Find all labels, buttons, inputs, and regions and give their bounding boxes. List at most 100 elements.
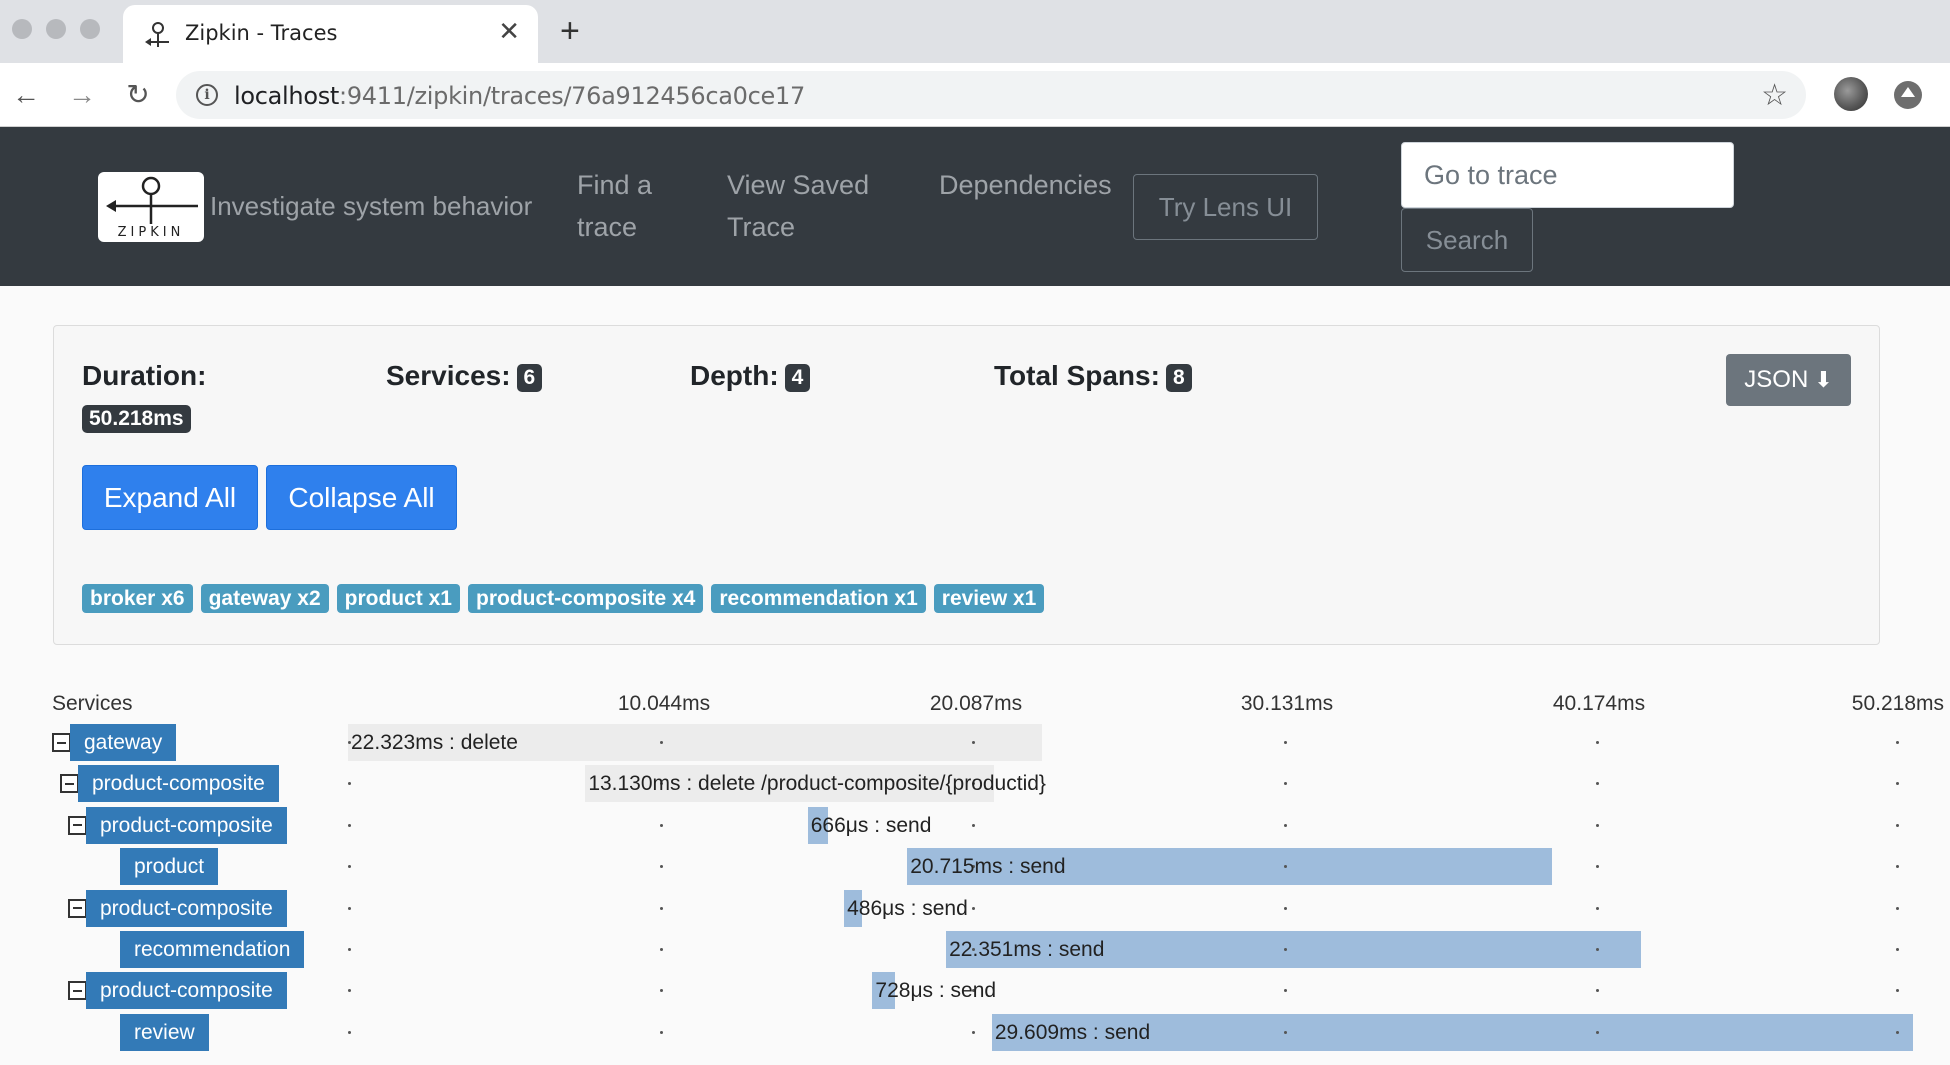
grid-tick-dot bbox=[348, 1030, 351, 1034]
nav-dependencies[interactable]: Dependencies bbox=[939, 164, 1112, 206]
collapse-toggle-icon[interactable] bbox=[68, 981, 87, 1001]
span-row[interactable]: recommendation 22.351ms : send bbox=[0, 931, 1950, 968]
grid-tick-dot bbox=[1596, 823, 1599, 827]
grid-tick-dot bbox=[348, 948, 351, 951]
span-row[interactable]: product-composite 13.130ms : delete /prod… bbox=[0, 765, 1950, 803]
span-row[interactable]: product-composite 486μs : send bbox=[0, 889, 1950, 927]
service-badge-recommendation[interactable]: recommendation x1 bbox=[711, 584, 926, 613]
grid-tick-dot bbox=[972, 823, 975, 827]
time-tick-1: 10.044ms bbox=[617, 692, 711, 715]
close-tab-icon[interactable]: ✕ bbox=[498, 18, 520, 44]
depth-label: Depth: bbox=[690, 360, 779, 391]
grid-tick-dot bbox=[1896, 989, 1899, 993]
duration-label: Duration: bbox=[82, 360, 207, 391]
span-row[interactable]: product 20.715ms : send bbox=[0, 848, 1950, 886]
download-icon: ⬇ bbox=[1814, 367, 1833, 392]
span-label[interactable]: 20.715ms : send bbox=[910, 848, 1065, 885]
grid-tick-dot bbox=[1596, 865, 1599, 869]
minimize-window-dot[interactable] bbox=[46, 19, 66, 39]
grid-tick-dot bbox=[1596, 741, 1599, 744]
extension-icon[interactable] bbox=[1894, 81, 1922, 109]
zipkin-navbar: ZIPKIN Investigate system behavior Find … bbox=[0, 127, 1950, 286]
collapse-toggle-icon[interactable] bbox=[52, 733, 71, 752]
time-tick-3: 30.131ms bbox=[1240, 692, 1334, 715]
grid-tick-dot bbox=[1596, 989, 1599, 993]
nav-find-trace[interactable]: Find a trace bbox=[577, 164, 652, 248]
search-button[interactable]: Search bbox=[1401, 208, 1533, 272]
close-window-dot[interactable] bbox=[12, 19, 32, 39]
span-label[interactable]: 666μs : send bbox=[811, 807, 932, 844]
site-info-icon[interactable]: i bbox=[196, 84, 218, 106]
maximize-window-dot[interactable] bbox=[80, 19, 100, 39]
json-download-button[interactable]: JSON ⬇ bbox=[1726, 354, 1851, 406]
expand-all-button[interactable]: Expand All bbox=[82, 465, 258, 530]
grid-tick-dot bbox=[348, 865, 351, 869]
collapse-toggle-icon[interactable] bbox=[68, 815, 87, 835]
grid-tick-dot bbox=[660, 906, 663, 910]
time-tick-4: 40.174ms bbox=[1552, 692, 1646, 715]
browser-tab-strip: Zipkin - Traces ✕ + bbox=[0, 0, 1950, 63]
grid-tick-dot bbox=[972, 906, 975, 910]
try-lens-ui-button[interactable]: Try Lens UI bbox=[1133, 174, 1318, 240]
json-button-label: JSON bbox=[1744, 366, 1809, 393]
zipkin-logo[interactable]: ZIPKIN bbox=[98, 172, 204, 242]
grid-tick-dot bbox=[660, 741, 663, 744]
tab-title: Zipkin - Traces bbox=[185, 21, 338, 45]
services-count-badge: 6 bbox=[516, 363, 543, 392]
span-row[interactable]: product-composite 666μs : send bbox=[0, 806, 1950, 844]
new-tab-icon[interactable]: + bbox=[560, 14, 580, 48]
grid-tick-dot bbox=[1896, 782, 1899, 786]
span-row[interactable]: gateway 22.323ms : delete bbox=[0, 724, 1950, 761]
grid-tick-dot bbox=[1896, 741, 1899, 744]
span-service-label[interactable]: product-composite bbox=[86, 806, 287, 844]
service-badge-product-composite[interactable]: product-composite x4 bbox=[468, 584, 704, 613]
span-row[interactable]: review 29.609ms : send bbox=[0, 1013, 1950, 1051]
go-to-trace-input[interactable] bbox=[1401, 142, 1734, 208]
span-label[interactable]: 728μs : send bbox=[875, 972, 996, 1009]
span-service-label[interactable]: review bbox=[120, 1013, 209, 1051]
span-label[interactable]: 22.323ms : delete bbox=[351, 724, 518, 761]
browser-tab[interactable]: Zipkin - Traces ✕ bbox=[123, 5, 538, 63]
tagline: Investigate system behavior bbox=[210, 191, 533, 221]
grid-tick-dot bbox=[660, 948, 663, 951]
span-row[interactable]: product-composite 728μs : send bbox=[0, 972, 1950, 1010]
service-badge-gateway[interactable]: gateway x2 bbox=[200, 584, 329, 613]
span-service-label[interactable]: product-composite bbox=[86, 972, 287, 1010]
service-badge-broker[interactable]: broker x6 bbox=[82, 584, 193, 613]
bookmark-star-icon[interactable]: ☆ bbox=[1761, 78, 1788, 113]
nav-view-saved-trace[interactable]: View Saved Trace bbox=[727, 164, 869, 248]
grid-tick-dot bbox=[660, 1030, 663, 1034]
service-badge-review[interactable]: review x1 bbox=[933, 584, 1045, 613]
span-service-label[interactable]: gateway bbox=[70, 724, 177, 761]
reload-icon[interactable]: ↻ bbox=[118, 75, 158, 115]
url-text[interactable]: localhost:9411/zipkin/traces/76a912456ca… bbox=[234, 82, 805, 110]
service-badge-product[interactable]: product x1 bbox=[336, 584, 460, 613]
grid-tick-dot bbox=[1596, 1030, 1599, 1034]
collapse-toggle-icon[interactable] bbox=[60, 774, 79, 794]
span-service-label[interactable]: product-composite bbox=[86, 889, 287, 927]
services-column-header: Services bbox=[52, 692, 133, 715]
total-spans-label: Total Spans: bbox=[994, 360, 1160, 391]
grid-tick-dot bbox=[660, 989, 663, 993]
span-label[interactable]: 486μs : send bbox=[847, 890, 968, 927]
forward-arrow-icon[interactable]: → bbox=[62, 75, 102, 115]
grid-tick-dot bbox=[972, 1030, 975, 1034]
grid-tick-dot bbox=[1284, 948, 1287, 951]
span-service-label[interactable]: product-composite bbox=[78, 765, 279, 803]
grid-tick-dot bbox=[1896, 823, 1899, 827]
grid-tick-dot bbox=[1896, 1030, 1899, 1034]
grid-tick-dot bbox=[1896, 906, 1899, 910]
collapse-all-button[interactable]: Collapse All bbox=[266, 465, 457, 530]
address-bar[interactable]: i localhost:9411/zipkin/traces/76a912456… bbox=[176, 71, 1806, 119]
span-label[interactable]: 22.351ms : send bbox=[949, 931, 1104, 968]
profile-avatar[interactable] bbox=[1834, 77, 1868, 111]
zipkin-logo-icon bbox=[106, 176, 198, 224]
span-label[interactable]: 29.609ms : send bbox=[995, 1014, 1150, 1051]
span-service-label[interactable]: recommendation bbox=[120, 931, 305, 968]
grid-tick-dot bbox=[972, 741, 975, 744]
span-label[interactable]: 13.130ms : delete /product-composite/{pr… bbox=[588, 765, 1046, 802]
back-arrow-icon[interactable]: ← bbox=[6, 75, 46, 115]
grid-tick-dot bbox=[1284, 741, 1287, 744]
span-service-label[interactable]: product bbox=[120, 848, 219, 886]
collapse-toggle-icon[interactable] bbox=[68, 898, 87, 918]
